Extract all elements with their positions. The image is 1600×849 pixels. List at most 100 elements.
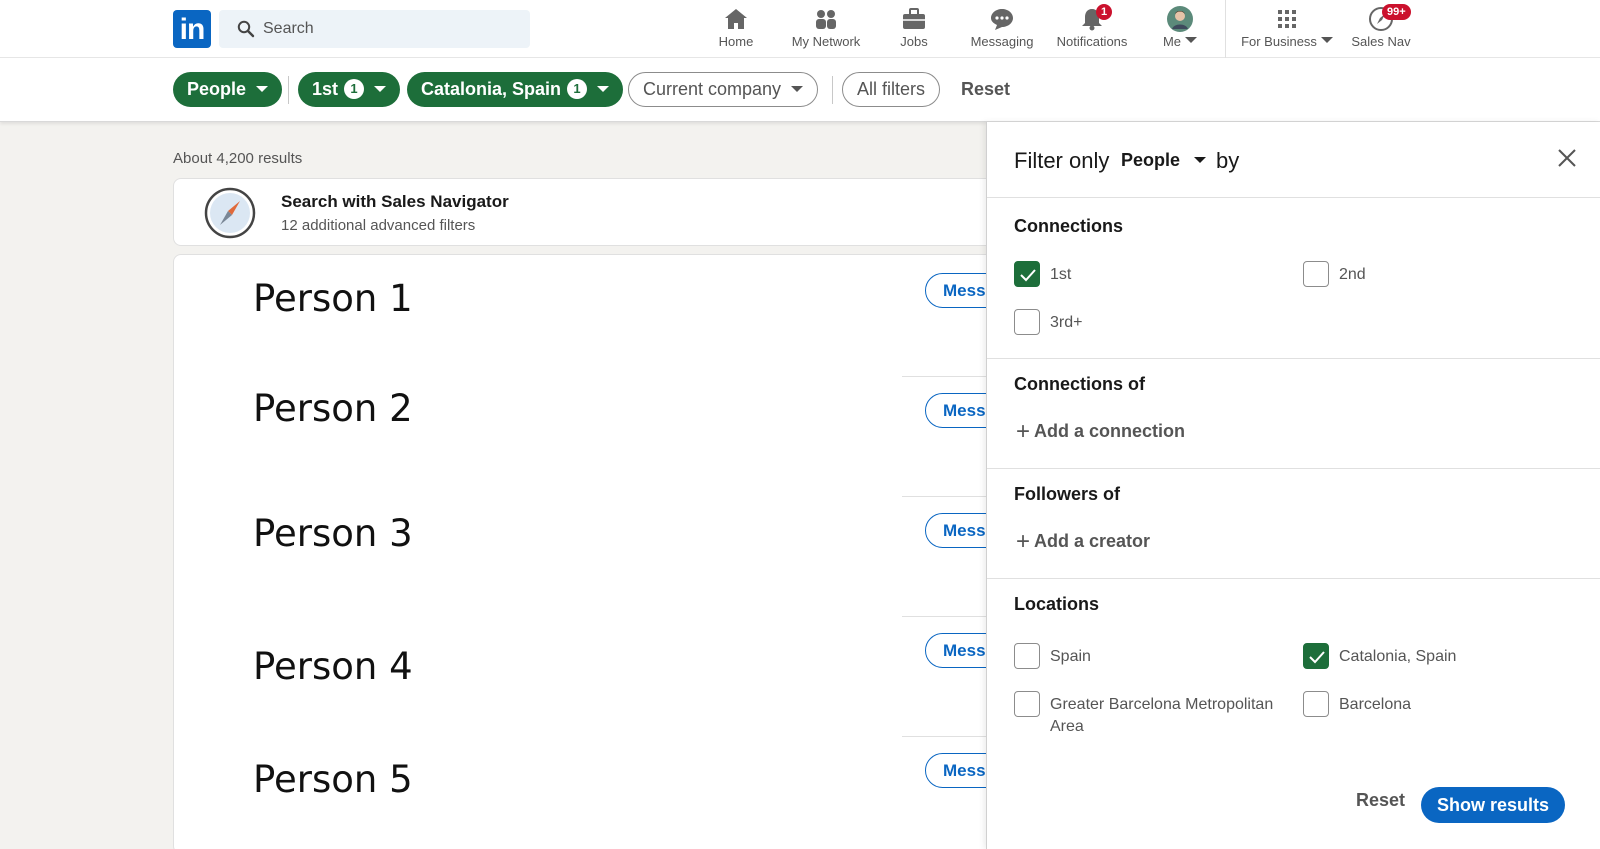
chevron-down-icon <box>1320 37 1333 43</box>
connections-3rd-label: 3rd+ <box>1050 314 1083 331</box>
add-creator-button[interactable]: + Add a creator <box>1016 528 1150 556</box>
chevron-down-icon <box>597 86 610 92</box>
chevron-down-icon <box>374 86 387 92</box>
chevron-down-icon <box>1194 157 1207 163</box>
sales-navigator-card[interactable]: Search with Sales Navigator 12 additiona… <box>173 178 1003 246</box>
close-icon[interactable] <box>1555 146 1579 170</box>
nav-messaging-label: Messaging <box>970 34 1034 49</box>
top-nav: in Home My Network Jobs Messaging 1 Noti… <box>0 0 1600 58</box>
followers-of-section-title: Followers of <box>1014 484 1121 504</box>
location-filter-label: Catalonia, Spain <box>421 79 562 99</box>
filter-by-label: by <box>1216 148 1240 173</box>
linkedin-logo[interactable]: in <box>173 10 211 48</box>
location-greater-barcelona-label: Greater Barcelona Metropolitan Area <box>1050 696 1274 735</box>
chevron-down-icon <box>256 86 269 92</box>
filter-type-select[interactable]: People <box>1121 150 1207 171</box>
sales-navigator-subtitle: 12 additional advanced filters <box>281 217 476 234</box>
filter-panel: Filter only People by Connections 1st 2n… <box>986 122 1600 849</box>
connections-3rd-checkbox[interactable] <box>1014 309 1040 335</box>
notifications-badge: 1 <box>1096 4 1113 20</box>
connections-1st-label: 1st <box>1050 266 1072 283</box>
nav-notifications[interactable]: 1 Notifications <box>1050 4 1134 54</box>
nav-messaging[interactable]: Messaging <box>966 6 1038 54</box>
section-divider <box>987 468 1600 469</box>
people-filter-pill[interactable]: People <box>173 72 283 107</box>
filter-bar: People 1st 1 Catalonia, Spain 1 Current co… <box>0 58 1600 122</box>
connections-2nd-label: 2nd <box>1339 266 1366 283</box>
nav-for-business[interactable]: For Business <box>1237 6 1337 54</box>
plus-icon: + <box>1016 528 1031 555</box>
briefcase-icon <box>903 8 925 29</box>
search-input[interactable] <box>263 10 513 48</box>
nav-my-network[interactable]: My Network <box>786 6 866 54</box>
nav-notifications-label: Notifications <box>1056 34 1128 49</box>
plus-icon: + <box>1016 418 1031 445</box>
search-bar[interactable] <box>219 10 530 48</box>
sales-nav-badge: 99+ <box>1382 4 1411 20</box>
nav-my-network-label: My Network <box>791 34 861 49</box>
add-connection-label: Add a connection <box>1034 421 1186 441</box>
compass-icon <box>204 187 256 239</box>
location-greater-barcelona-checkbox[interactable] <box>1014 691 1040 717</box>
person-name[interactable]: Person 2 <box>253 387 413 430</box>
filter-panel-header: Filter only People by <box>987 122 1600 198</box>
location-catalonia-label: Catalonia, Spain <box>1339 648 1457 665</box>
show-results-button[interactable]: Show results <box>1421 787 1565 823</box>
filter-type-value: People <box>1121 150 1181 170</box>
location-filter-pill[interactable]: Catalonia, Spain 1 <box>407 72 624 107</box>
nav-me[interactable]: Me <box>1158 6 1202 54</box>
add-creator-label: Add a creator <box>1034 531 1151 551</box>
chevron-down-icon <box>1185 37 1198 43</box>
locations-section-title: Locations <box>1014 594 1100 614</box>
filter-separator <box>832 76 833 104</box>
people-filter-label: People <box>187 79 247 99</box>
connection-degree-pill[interactable]: 1st 1 <box>298 72 401 107</box>
connection-count-badge: 1 <box>344 79 365 99</box>
results-list: Person 1 Mess Person 2 Mess Person 3 Mes… <box>173 254 1035 849</box>
nav-sales-nav-label: Sales Nav <box>1351 34 1411 49</box>
nav-me-label: Me <box>1158 34 1202 49</box>
location-spain-label: Spain <box>1050 648 1091 665</box>
connections-2nd-checkbox[interactable] <box>1303 261 1329 287</box>
nav-jobs[interactable]: Jobs <box>884 6 944 54</box>
person-name[interactable]: Person 1 <box>253 277 413 320</box>
person-name[interactable]: Person 3 <box>253 512 413 555</box>
person-name[interactable]: Person 4 <box>253 645 413 688</box>
location-barcelona-label: Barcelona <box>1339 696 1412 713</box>
location-catalonia-checkbox[interactable] <box>1303 643 1329 669</box>
chevron-down-icon <box>791 86 804 92</box>
nav-sales-nav[interactable]: 99+ Sales Nav <box>1346 4 1416 54</box>
nav-divider <box>1225 0 1226 58</box>
results-count: About 4,200 results <box>173 150 303 167</box>
connections-1st-checkbox[interactable] <box>1014 261 1040 287</box>
nav-for-business-text: For Business <box>1241 34 1317 49</box>
nav-jobs-label: Jobs <box>900 34 928 49</box>
filter-only-label: Filter only <box>1014 148 1110 173</box>
home-icon <box>725 9 747 29</box>
checkmark-icon <box>1309 651 1325 664</box>
location-barcelona-checkbox[interactable] <box>1303 691 1329 717</box>
section-divider <box>987 358 1600 359</box>
avatar <box>1167 6 1193 32</box>
nav-home-label: Home <box>718 34 754 49</box>
location-count-badge: 1 <box>567 79 588 99</box>
network-icon <box>816 10 836 29</box>
current-company-label: Current company <box>643 79 782 99</box>
panel-reset-button[interactable]: Reset <box>1356 790 1405 811</box>
connections-of-section-title: Connections of <box>1014 374 1145 394</box>
nav-me-text: Me <box>1162 34 1182 49</box>
messaging-icon <box>991 9 1013 30</box>
section-divider <box>987 578 1600 579</box>
add-connection-button[interactable]: + Add a connection <box>1016 418 1185 446</box>
current-company-pill[interactable]: Current company <box>628 72 819 107</box>
connection-degree-label: 1st <box>312 79 339 99</box>
search-icon <box>237 20 255 38</box>
person-name[interactable]: Person 5 <box>253 758 413 801</box>
reset-filters-button[interactable]: Reset <box>961 72 1010 107</box>
all-filters-button[interactable]: All filters <box>842 72 941 107</box>
sales-navigator-title: Search with Sales Navigator <box>281 192 509 211</box>
location-spain-checkbox[interactable] <box>1014 643 1040 669</box>
nav-for-business-label: For Business <box>1237 34 1337 49</box>
all-filters-label: All filters <box>857 79 926 99</box>
nav-home[interactable]: Home <box>706 6 766 54</box>
